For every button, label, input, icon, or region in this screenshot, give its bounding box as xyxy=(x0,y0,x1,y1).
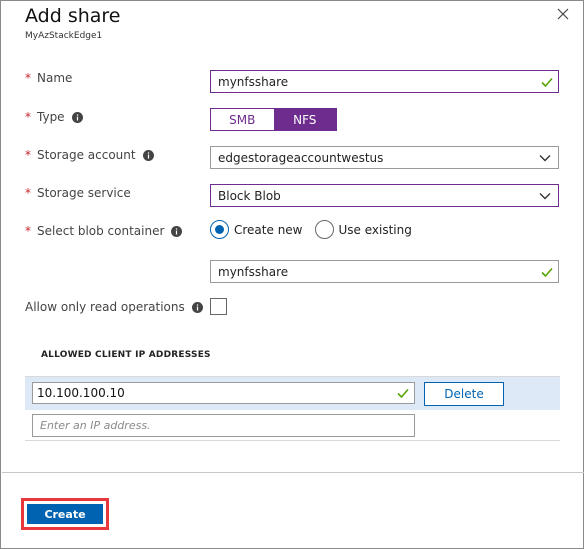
read-only-checkbox[interactable] xyxy=(210,298,227,315)
chevron-down-icon xyxy=(538,151,552,165)
storage-service-select[interactable]: Block Blob xyxy=(210,184,559,207)
new-ip-input[interactable]: Enter an IP address. xyxy=(32,414,415,437)
type-toggle: SMB NFS xyxy=(210,108,337,131)
ip-entry-input[interactable]: 10.100.100.10 xyxy=(32,382,415,404)
add-share-blade: Add share MyAzStackEdge1 * Name mynfssha… xyxy=(0,0,584,549)
required-marker: * xyxy=(25,224,31,238)
name-label-text: Name xyxy=(37,71,73,85)
required-marker: * xyxy=(25,71,31,85)
info-icon[interactable] xyxy=(171,225,183,237)
create-button[interactable]: Create xyxy=(27,504,103,524)
name-input-value: mynfsshare xyxy=(218,74,289,89)
required-marker: * xyxy=(25,186,31,200)
storage-service-label-text: Storage service xyxy=(37,186,131,200)
storage-service-label: * Storage service xyxy=(25,186,131,200)
read-only-label: Allow only read operations xyxy=(25,300,203,314)
type-label: * Type xyxy=(25,110,83,124)
chevron-down-icon xyxy=(538,189,552,203)
blob-container-radio-group: Create new Use existing xyxy=(210,220,424,239)
info-icon[interactable] xyxy=(71,111,83,123)
required-marker: * xyxy=(25,110,31,124)
storage-account-label-text: Storage account xyxy=(37,148,136,162)
checkmark-icon xyxy=(540,265,554,279)
type-label-text: Type xyxy=(37,110,65,124)
name-input[interactable]: mynfsshare xyxy=(210,70,559,93)
checkmark-icon xyxy=(396,386,410,400)
type-option-nfs[interactable]: NFS xyxy=(273,109,336,130)
blob-container-label-text: Select blob container xyxy=(37,224,165,238)
radio-create-new-label[interactable]: Create new xyxy=(234,223,303,237)
delete-ip-button[interactable]: Delete xyxy=(424,382,504,406)
blade-title: Add share xyxy=(25,5,121,27)
footer-divider xyxy=(2,472,584,473)
type-option-smb[interactable]: SMB xyxy=(211,109,274,130)
ip-entry-value: 10.100.100.10 xyxy=(37,386,125,400)
allowed-ip-heading: ALLOWED CLIENT IP ADDRESSES xyxy=(41,350,211,360)
storage-account-select[interactable]: edgestorageaccountwestus xyxy=(210,146,559,169)
blob-container-label: * Select blob container xyxy=(25,224,183,238)
radio-create-new[interactable] xyxy=(210,220,229,239)
radio-selected-dot xyxy=(215,225,224,234)
radio-use-existing-label[interactable]: Use existing xyxy=(339,223,412,237)
required-marker: * xyxy=(25,148,31,162)
checkmark-icon xyxy=(540,75,554,89)
name-label: * Name xyxy=(25,71,72,85)
close-icon[interactable] xyxy=(555,6,571,22)
blob-container-name-value: mynfsshare xyxy=(218,264,289,279)
storage-service-value: Block Blob xyxy=(218,188,281,203)
read-only-label-text: Allow only read operations xyxy=(25,300,185,314)
storage-account-value: edgestorageaccountwestus xyxy=(218,150,384,165)
radio-use-existing[interactable] xyxy=(314,220,334,239)
blade-subtitle: MyAzStackEdge1 xyxy=(25,31,103,41)
info-icon[interactable] xyxy=(191,301,203,313)
ip-table-divider xyxy=(25,440,560,441)
blob-container-name-input[interactable]: mynfsshare xyxy=(210,260,559,283)
info-icon[interactable] xyxy=(142,149,154,161)
storage-account-label: * Storage account xyxy=(25,148,154,162)
